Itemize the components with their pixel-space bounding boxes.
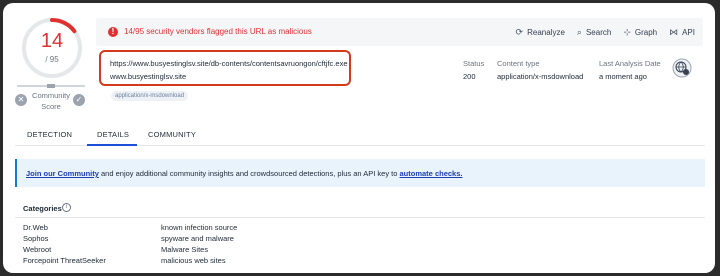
join-community-link[interactable]: Join our Community xyxy=(26,169,99,178)
url-highlight-box: https://www.busyestinglsv.site/db-conten… xyxy=(99,50,351,86)
alert-text: 14/95 security vendors flagged this URL … xyxy=(124,27,312,36)
detection-total: / 95 xyxy=(45,55,59,64)
tab-community[interactable]: COMMUNITY xyxy=(148,130,196,139)
search-button[interactable]: ⌕ Search xyxy=(577,27,611,38)
graph-icon: ⊹ xyxy=(623,27,631,37)
community-banner: Join our Community and enjoy additional … xyxy=(15,159,705,187)
community-score-label: Community Score xyxy=(32,91,70,111)
malicious-alert-bar: ! 14/95 security vendors flagged this UR… xyxy=(96,18,703,46)
vote-harmless-icon[interactable]: ✓ xyxy=(73,94,85,106)
categories-heading: Categories xyxy=(23,204,62,213)
automate-checks-link[interactable]: automate checks. xyxy=(400,169,463,178)
api-button[interactable]: ⋈ API xyxy=(669,27,695,38)
category-vendor: Forcepoint ThreatSeeker xyxy=(23,256,106,265)
vote-harmful-icon[interactable]: ✕ xyxy=(15,94,27,106)
action-toolbar: ⟳ Reanalyze ⌕ Search ⊹ Graph ⋈ API xyxy=(516,27,695,38)
alert-circle-icon: ! xyxy=(108,27,118,37)
tab-bar: DETECTION DETAILS COMMUNITY xyxy=(15,120,705,146)
graph-button[interactable]: ⊹ Graph xyxy=(623,27,657,38)
community-score: ✕ Community Score ✓ xyxy=(15,84,87,125)
banner-text: and enjoy additional community insights … xyxy=(98,169,400,178)
info-icon[interactable]: i xyxy=(62,203,71,212)
category-vendor: Dr.Web xyxy=(23,223,48,232)
content-type-field: Content type application/x-msdownload xyxy=(497,59,584,81)
community-score-bar xyxy=(17,84,85,88)
category-vendor: Sophos xyxy=(23,234,49,243)
scanned-url[interactable]: https://www.busyestinglsv.site/db-conten… xyxy=(110,59,347,68)
url-globe-icon[interactable] xyxy=(672,58,692,78)
report-panel: 14 / 95 ✕ Community Score ✓ ! 14/95 secu… xyxy=(3,3,715,273)
category-value: malicious web sites xyxy=(161,256,226,265)
api-icon: ⋈ xyxy=(669,27,679,37)
active-tab-indicator xyxy=(87,144,137,146)
detection-score-gauge: 14 / 95 xyxy=(19,15,85,81)
refresh-icon: ⟳ xyxy=(515,27,524,37)
divider xyxy=(15,217,705,218)
category-value: spyware and malware xyxy=(161,234,234,243)
content-type-tag[interactable]: application/x-msdownload xyxy=(111,91,189,101)
category-value: Malware Sites xyxy=(161,245,209,254)
last-analysis-field: Last Analysis Date a moment ago xyxy=(599,59,661,81)
scanned-domain[interactable]: www.busyestinglsv.site xyxy=(110,72,186,81)
tab-detection[interactable]: DETECTION xyxy=(27,130,72,139)
status-field: Status 200 xyxy=(463,59,485,81)
category-value: known infection source xyxy=(161,223,238,232)
detection-count: 14 xyxy=(40,30,64,52)
reanalyze-button[interactable]: ⟳ Reanalyze xyxy=(516,27,565,38)
category-vendor: Webroot xyxy=(23,245,52,254)
tab-details[interactable]: DETAILS xyxy=(97,130,129,139)
search-icon: ⌕ xyxy=(576,27,582,37)
